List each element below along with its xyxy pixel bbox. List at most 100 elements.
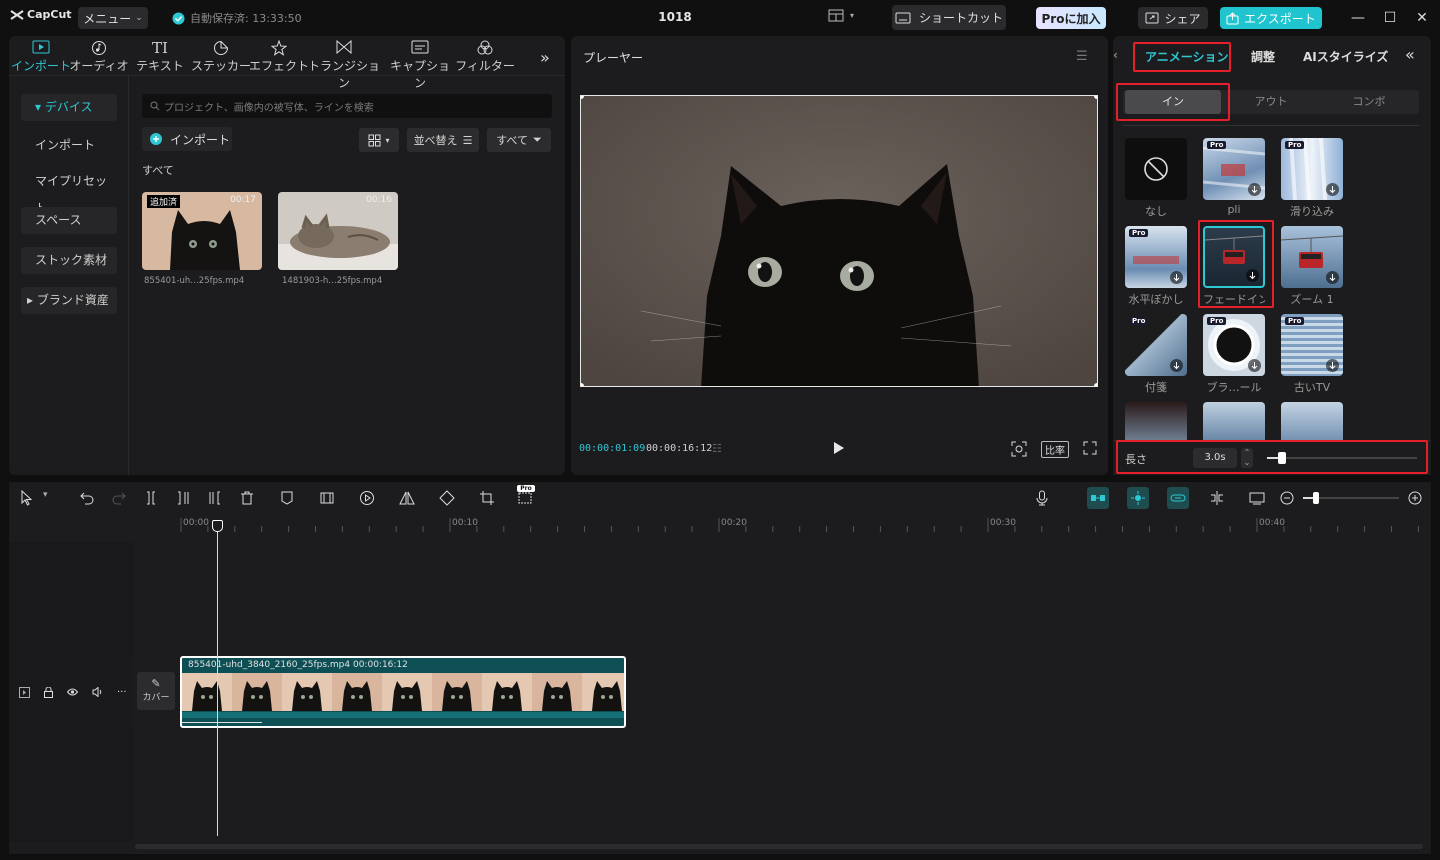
effect-slide-in[interactable]: Pro 滑り込み [1281, 138, 1343, 219]
effect-sticky-note[interactable]: Pro 付箋 [1125, 314, 1187, 395]
filter-button[interactable]: すべて ⏷ [487, 128, 551, 152]
main-track-magnet-icon[interactable] [1087, 487, 1109, 509]
tab-filters[interactable]: フィルター [453, 40, 517, 74]
close-icon[interactable]: ✕ [1414, 10, 1430, 26]
undo-icon[interactable] [79, 490, 95, 506]
project-title[interactable]: 1018 [620, 10, 730, 24]
pro-subscribe-button[interactable]: Proに加入 [1036, 7, 1106, 29]
rotate-icon[interactable] [439, 490, 455, 506]
split-right-icon[interactable] [207, 490, 223, 506]
sidebar-item-import[interactable]: インポート [21, 132, 117, 159]
sidebar-item-stock[interactable]: ストック素材 [21, 247, 117, 274]
segment-out[interactable]: アウト [1223, 90, 1319, 114]
delete-icon[interactable] [239, 490, 255, 506]
fit-icon[interactable] [1011, 441, 1027, 457]
sort-button[interactable]: 並べ替え ☰ [407, 128, 479, 152]
tab-overflow[interactable]: ‹ [1113, 48, 1118, 62]
menu-button[interactable]: メニュー ⌄ [78, 7, 148, 29]
import-button[interactable]: インポート [142, 127, 232, 151]
effect-zoom-1[interactable]: ズーム 1 [1281, 226, 1343, 307]
download-icon[interactable] [1326, 183, 1339, 196]
export-button[interactable]: エクスポート [1220, 7, 1322, 29]
ai-cutout-icon[interactable]: Pro [517, 485, 539, 509]
tab-import[interactable]: インポート [9, 40, 73, 74]
search-input[interactable]: プロジェクト、画像内の被写体、ラインを検索 [142, 94, 552, 118]
tab-transitions[interactable]: トランジション [305, 40, 383, 91]
lock-icon[interactable] [44, 686, 53, 698]
tab-sticker[interactable]: ステッカー [189, 40, 253, 74]
zoom-slider[interactable] [1303, 492, 1399, 504]
screen-icon[interactable] [1249, 490, 1265, 506]
shortcut-button[interactable]: ショートカット [892, 5, 1006, 30]
microphone-icon[interactable] [1034, 490, 1050, 506]
preview-axis-icon[interactable] [1209, 490, 1225, 506]
sidebar-item-brand[interactable]: ▸ ブランド資産 [21, 287, 117, 314]
tab-audio[interactable]: オーディオ [67, 40, 131, 74]
split-left-icon[interactable] [175, 490, 191, 506]
cover-button[interactable]: ✎ カバー [137, 672, 175, 710]
marker-icon[interactable] [279, 490, 295, 506]
fullscreen-icon[interactable] [1083, 441, 1097, 455]
slider-handle[interactable] [1313, 492, 1319, 504]
effect-horizontal-blur[interactable]: Pro 水平ぼかし [1125, 226, 1187, 307]
playhead[interactable] [212, 520, 223, 836]
share-button[interactable]: シェア [1138, 7, 1208, 29]
more-icon[interactable]: ··· [117, 687, 127, 698]
effect-thumb-partial[interactable] [1281, 402, 1343, 440]
expand-tabs-icon[interactable]: » [540, 48, 550, 67]
zoom-in-icon[interactable] [1407, 490, 1423, 506]
crop-icon[interactable] [479, 490, 495, 506]
download-icon[interactable] [1326, 359, 1339, 372]
download-icon[interactable] [1326, 271, 1339, 284]
tab-text[interactable]: TI テキスト [128, 40, 192, 74]
effect-thumb-partial[interactable] [1203, 402, 1265, 440]
download-icon[interactable] [1170, 359, 1183, 372]
tab-adjust[interactable]: 調整 [1251, 48, 1275, 65]
select-tool-icon[interactable] [19, 490, 35, 506]
aspect-ratio-button[interactable]: 比率 [1041, 441, 1069, 458]
download-icon[interactable] [1248, 183, 1261, 196]
layout-button[interactable]: ▾ [828, 9, 854, 22]
link-icon[interactable] [1167, 487, 1189, 509]
list-icon[interactable]: ☷ [712, 442, 722, 455]
minimize-icon[interactable]: — [1350, 10, 1366, 26]
mirror-icon[interactable] [399, 490, 415, 506]
effect-pli[interactable]: Pro pli [1203, 138, 1265, 216]
player-menu-icon[interactable]: ☰ [1076, 49, 1088, 64]
split-icon[interactable] [143, 490, 159, 506]
timeline-scrollbar[interactable] [135, 844, 1423, 849]
effect-old-tv[interactable]: Pro 古いTV [1281, 314, 1343, 395]
tab-effects[interactable]: エフェクト [247, 40, 311, 74]
download-icon[interactable] [1170, 271, 1183, 284]
maximize-icon[interactable]: ☐ [1382, 10, 1398, 26]
tab-ai-stylize[interactable]: AIスタイライズ [1303, 48, 1388, 65]
tab-captions[interactable]: キャプション [385, 40, 455, 91]
redo-icon[interactable] [111, 490, 127, 506]
sidebar-item-space[interactable]: スペース [21, 207, 117, 234]
sidebar-item-device[interactable]: ▾ デバイス [21, 94, 117, 121]
play-circle-icon[interactable] [359, 490, 375, 506]
media-thumb-cat-black[interactable]: 追加済 00:17 [142, 192, 262, 270]
chevron-down-icon[interactable]: ▾ [43, 490, 59, 506]
effect-thumb-partial[interactable] [1125, 402, 1187, 440]
effect-none[interactable]: なし [1125, 138, 1187, 219]
collapse-panel-icon[interactable]: « [1405, 45, 1415, 64]
video-preview[interactable] [580, 95, 1098, 387]
segment-combo[interactable]: コンボ [1321, 90, 1417, 114]
volume-icon[interactable] [92, 687, 103, 697]
eye-icon[interactable] [67, 688, 78, 696]
play-button[interactable] [833, 441, 845, 455]
zoom-out-icon[interactable] [1279, 490, 1295, 506]
effect-blackhole[interactable]: Pro ブラ…ール [1203, 314, 1265, 395]
track-frame-icon[interactable] [19, 686, 30, 698]
sidebar-item-presets[interactable]: マイプリセット [21, 168, 117, 215]
auto-snap-icon[interactable] [1127, 487, 1149, 509]
thumb-filename: 855401-uh…25fps.mp4 [144, 276, 245, 286]
media-thumb-cat-tabby[interactable]: 00:16 [278, 192, 398, 270]
freeze-icon[interactable] [319, 490, 335, 506]
video-clip[interactable]: 855401-uhd_3840_2160_25fps.mp4 00:00:16:… [180, 656, 626, 728]
view-mode-button[interactable]: ▾ [359, 128, 399, 152]
playhead-handle[interactable] [212, 520, 223, 532]
download-icon[interactable] [1248, 359, 1261, 372]
time-ruler[interactable]: 00:00 00:10 00:20 00:30 00:40 [179, 514, 1429, 532]
